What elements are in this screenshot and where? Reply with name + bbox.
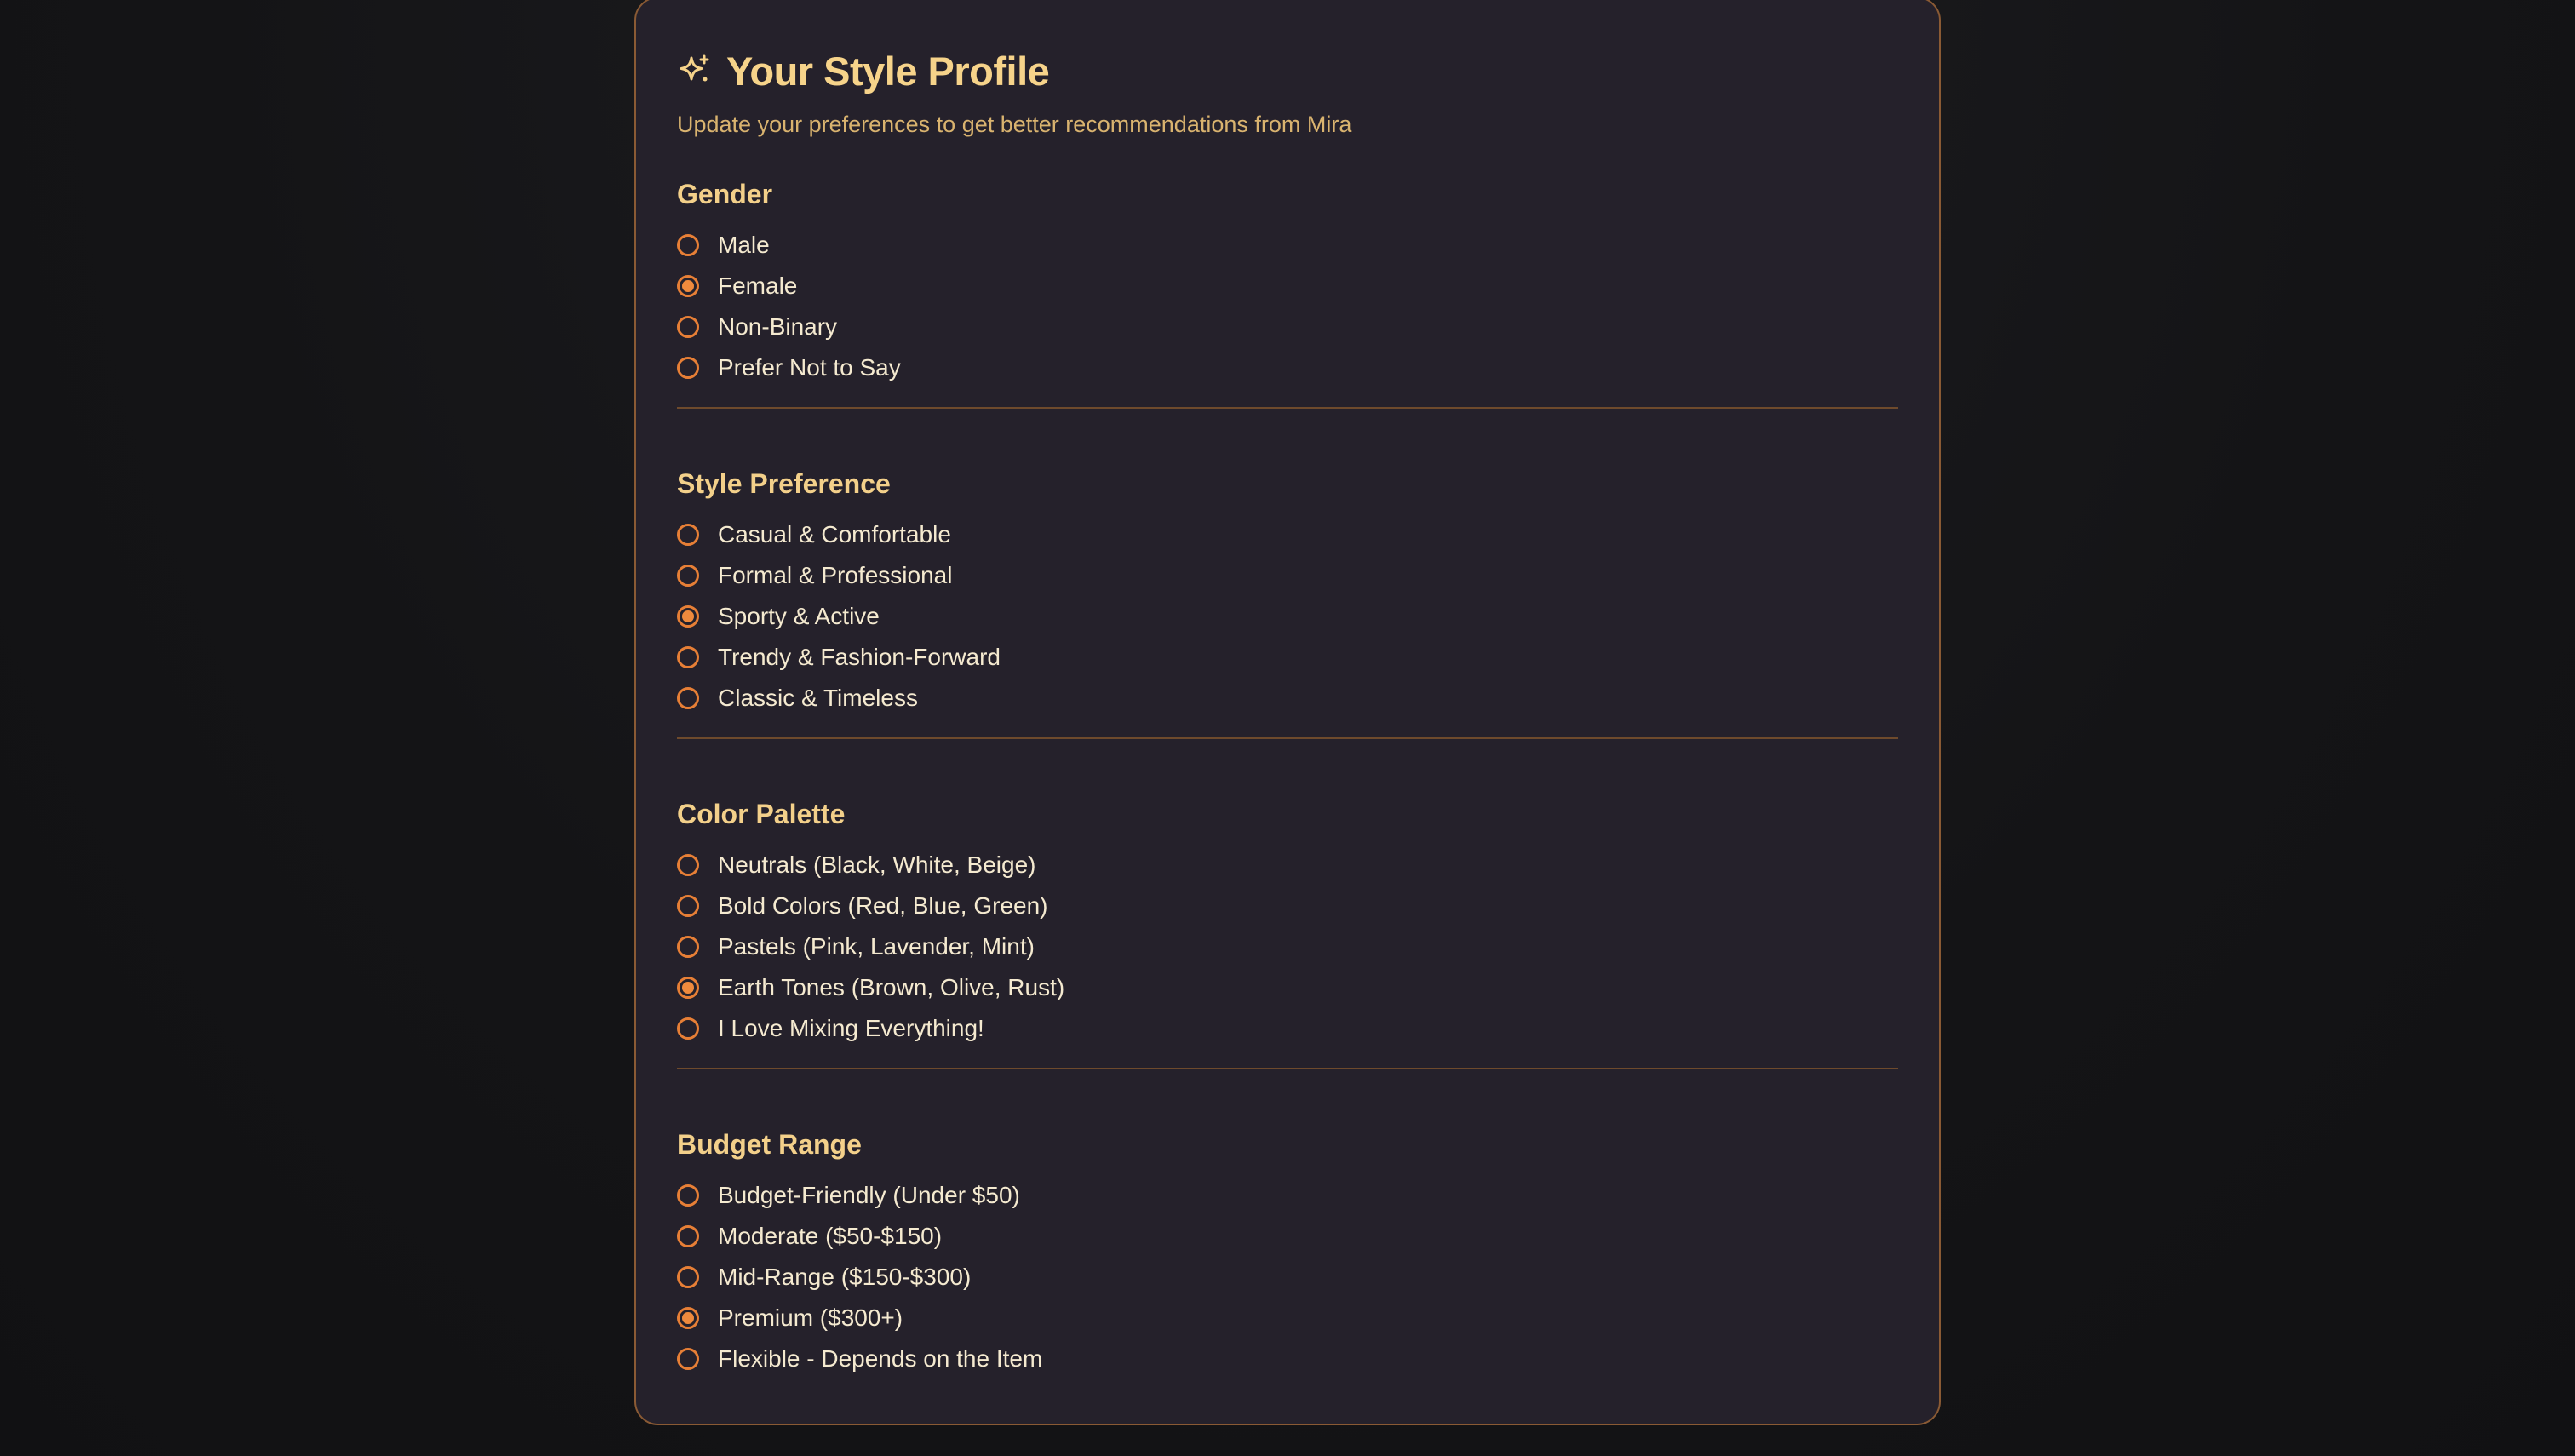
- radio-option-trendy-fashion-forward[interactable]: Trendy & Fashion-Forward: [677, 637, 1898, 678]
- radio-label: Trendy & Fashion-Forward: [718, 644, 1001, 670]
- radio-group: Casual & Comfortable Formal & Professiona…: [677, 514, 1898, 719]
- radio-label: I Love Mixing Everything!: [718, 1015, 984, 1041]
- radio-button[interactable]: [677, 646, 699, 668]
- radio-option-male[interactable]: Male: [677, 225, 1898, 266]
- radio-option-formal-professional[interactable]: Formal & Professional: [677, 555, 1898, 596]
- page-subtitle: Update your preferences to get better re…: [677, 112, 1352, 137]
- divider-wrap: [677, 1049, 1898, 1069]
- radio-button[interactable]: [677, 275, 699, 297]
- page-title: Your Style Profile: [726, 48, 1050, 94]
- radio-label: Male: [718, 232, 770, 258]
- radio-button[interactable]: [677, 234, 699, 256]
- radio-button[interactable]: [677, 977, 699, 999]
- radio-button[interactable]: [677, 1348, 699, 1370]
- radio-label: Flexible - Depends on the Item: [718, 1345, 1043, 1372]
- radio-option-i-love-mixing-everything[interactable]: I Love Mixing Everything!: [677, 1008, 1898, 1049]
- radio-option-prefer-not-to-say[interactable]: Prefer Not to Say: [677, 347, 1898, 388]
- radio-option-non-binary[interactable]: Non-Binary: [677, 307, 1898, 347]
- radio-button[interactable]: [677, 1307, 699, 1329]
- radio-option-sporty-active[interactable]: Sporty & Active: [677, 596, 1898, 637]
- radio-button[interactable]: [677, 524, 699, 546]
- radio-button[interactable]: [677, 1184, 699, 1207]
- section-style-preference: Style Preference Casual & Comfortable Form…: [677, 409, 1898, 719]
- radio-dot: [682, 982, 694, 994]
- radio-button[interactable]: [677, 687, 699, 709]
- radio-label: Neutrals (Black, White, Beige): [718, 851, 1036, 878]
- radio-button[interactable]: [677, 895, 699, 917]
- radio-label: Female: [718, 272, 798, 299]
- radio-label: Budget-Friendly (Under $50): [718, 1182, 1020, 1208]
- divider-wrap: [677, 388, 1898, 409]
- radio-label: Bold Colors (Red, Blue, Green): [718, 892, 1048, 919]
- section-title: Budget Range: [677, 1129, 862, 1160]
- radio-option-earth-tones-brown-olive-rust[interactable]: Earth Tones (Brown, Olive, Rust): [677, 967, 1898, 1008]
- radio-label: Mid-Range ($150-$300): [718, 1264, 972, 1290]
- radio-dot: [682, 610, 694, 622]
- radio-button[interactable]: [677, 854, 699, 876]
- radio-option-pastels-pink-lavender-mint[interactable]: Pastels (Pink, Lavender, Mint): [677, 926, 1898, 967]
- radio-label: Earth Tones (Brown, Olive, Rust): [718, 974, 1065, 1000]
- section-budget-range: Budget Range Budget-Friendly (Under $50) M…: [677, 1069, 1898, 1379]
- radio-group: Neutrals (Black, White, Beige) Bold Color…: [677, 845, 1898, 1049]
- radio-group: Budget-Friendly (Under $50) Moderate ($50…: [677, 1175, 1898, 1379]
- radio-button[interactable]: [677, 565, 699, 587]
- radio-button[interactable]: [677, 316, 699, 338]
- radio-button[interactable]: [677, 1225, 699, 1247]
- section-title: Color Palette: [677, 799, 846, 829]
- radio-option-neutrals-black-white-beige[interactable]: Neutrals (Black, White, Beige): [677, 845, 1898, 886]
- radio-label: Premium ($300+): [718, 1304, 903, 1331]
- radio-option-budget-friendly-under-50[interactable]: Budget-Friendly (Under $50): [677, 1175, 1898, 1216]
- section-title: Style Preference: [677, 468, 891, 499]
- sparkle-icon: [677, 53, 713, 89]
- radio-dot: [682, 1312, 694, 1324]
- radio-option-flexible-depends-on-the-item[interactable]: Flexible - Depends on the Item: [677, 1338, 1898, 1379]
- radio-option-bold-colors-red-blue-green[interactable]: Bold Colors (Red, Blue, Green): [677, 886, 1898, 926]
- radio-label: Sporty & Active: [718, 603, 880, 629]
- radio-button[interactable]: [677, 936, 699, 958]
- radio-option-moderate-50-150[interactable]: Moderate ($50-$150): [677, 1216, 1898, 1257]
- radio-dot: [682, 280, 694, 292]
- radio-button[interactable]: [677, 605, 699, 628]
- section-gender: Gender Male Female Non-Binary Prefer Not to …: [677, 141, 1898, 388]
- card-header: Your Style Profile: [677, 41, 1898, 100]
- radio-option-premium-300[interactable]: Premium ($300+): [677, 1298, 1898, 1338]
- section-title: Gender: [677, 179, 773, 209]
- radio-label: Non-Binary: [718, 313, 838, 340]
- radio-option-female[interactable]: Female: [677, 266, 1898, 307]
- divider-wrap: [677, 719, 1898, 739]
- radio-label: Casual & Comfortable: [718, 521, 951, 547]
- radio-option-casual-comfortable[interactable]: Casual & Comfortable: [677, 514, 1898, 555]
- radio-button[interactable]: [677, 1266, 699, 1288]
- radio-label: Moderate ($50-$150): [718, 1223, 943, 1249]
- radio-option-classic-timeless[interactable]: Classic & Timeless: [677, 678, 1898, 719]
- style-profile-card: Your Style Profile Update your preferenc…: [634, 0, 1941, 1425]
- radio-button[interactable]: [677, 357, 699, 379]
- radio-label: Pastels (Pink, Lavender, Mint): [718, 933, 1035, 960]
- radio-label: Formal & Professional: [718, 562, 953, 588]
- radio-option-mid-range-150-300[interactable]: Mid-Range ($150-$300): [677, 1257, 1898, 1298]
- radio-label: Prefer Not to Say: [718, 354, 901, 381]
- radio-group: Male Female Non-Binary Prefer Not to Say: [677, 225, 1898, 388]
- radio-label: Classic & Timeless: [718, 685, 918, 711]
- section-color-palette: Color Palette Neutrals (Black, White, Bei…: [677, 739, 1898, 1049]
- radio-button[interactable]: [677, 1017, 699, 1040]
- preferences-form: Gender Male Female Non-Binary Prefer Not to …: [677, 141, 1898, 1379]
